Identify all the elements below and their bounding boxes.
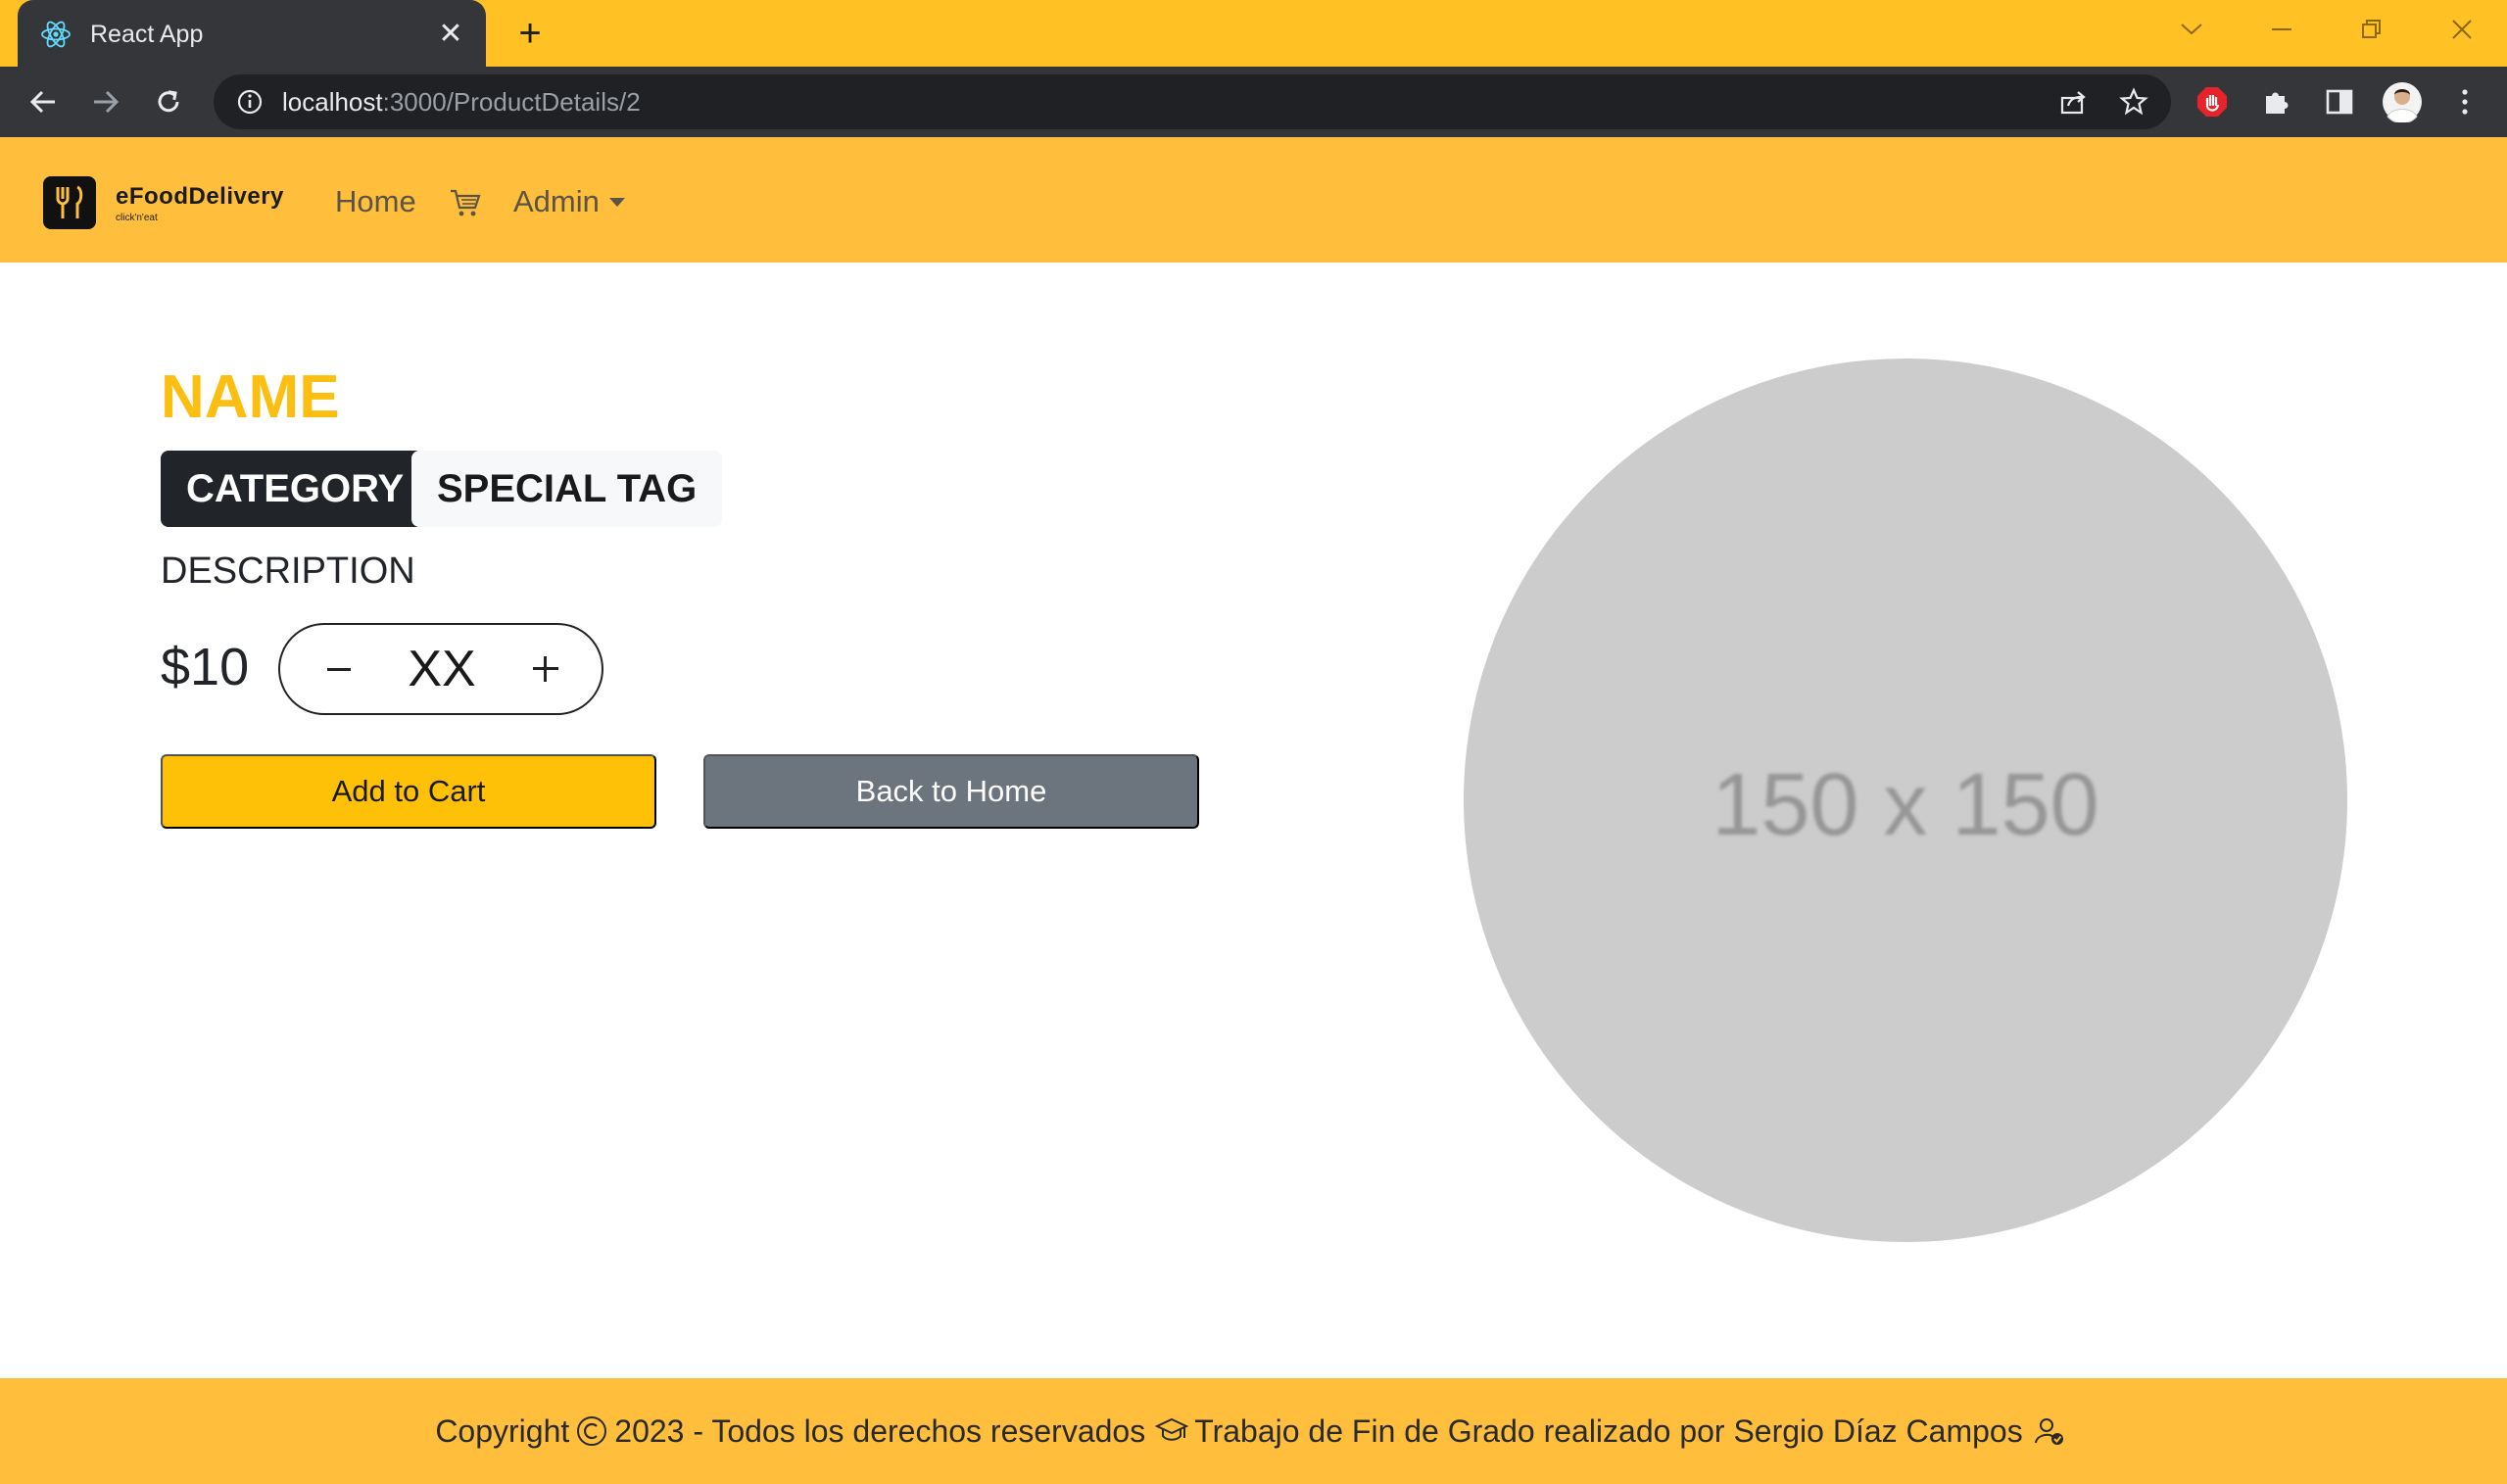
window-close-icon[interactable] — [2437, 10, 2486, 49]
product-name: NAME — [161, 363, 340, 431]
graduation-cap-icon — [1155, 1414, 1189, 1448]
browser-tab[interactable]: React App ✕ — [18, 0, 486, 69]
brand[interactable]: eFoodDelivery click'n'eat — [43, 176, 284, 229]
browser-menu-icon[interactable] — [2443, 80, 2486, 123]
profile-avatar[interactable] — [2381, 80, 2424, 123]
forward-arrow-icon[interactable] — [84, 80, 127, 123]
minus-icon[interactable] — [327, 667, 351, 671]
product-image-placeholder: 150 x 150 — [1464, 359, 2347, 1242]
quantity-value: XX — [408, 641, 476, 697]
person-check-icon — [2033, 1414, 2066, 1448]
restore-icon[interactable] — [2347, 10, 2396, 49]
footer: Copyright 2023 - Todos los derechos rese… — [0, 1378, 2507, 1484]
url-path: :3000/ProductDetails/2 — [382, 86, 641, 117]
back-arrow-icon[interactable] — [22, 80, 65, 123]
site-info-icon[interactable] — [235, 87, 265, 117]
footer-copyright: Copyright — [435, 1412, 570, 1449]
tab-title: React App — [90, 20, 204, 48]
brand-name: eFoodDelivery — [116, 182, 284, 210]
cart-icon[interactable] — [449, 186, 482, 219]
side-panel-icon[interactable] — [2318, 80, 2361, 123]
special-tag-badge: SPECIAL TAG — [411, 451, 723, 527]
nav-admin-dropdown[interactable]: Admin — [513, 184, 625, 219]
footer-credit-text: Trabajo de Fin de Grado realizado por Se… — [1194, 1412, 2023, 1449]
footer-year-text: 2023 - Todos los derechos reservados — [614, 1412, 1146, 1449]
nav-home-link[interactable]: Home — [335, 184, 416, 219]
react-icon — [39, 18, 72, 51]
bookmark-star-icon[interactable] — [2114, 82, 2153, 121]
fork-knife-logo-icon — [43, 176, 96, 229]
address-bar[interactable]: localhost:3000/ProductDetails/2 — [214, 74, 2171, 129]
url-host: localhost — [282, 86, 383, 117]
url-text: localhost:3000/ProductDetails/2 — [282, 87, 641, 118]
image-placeholder-text: 150 x 150 — [1712, 755, 2099, 854]
share-icon[interactable] — [2053, 82, 2093, 121]
add-to-cart-button[interactable]: Add to Cart — [161, 754, 656, 829]
minimize-icon[interactable] — [2257, 10, 2306, 49]
close-icon[interactable]: ✕ — [431, 20, 470, 49]
caret-down-icon — [608, 197, 625, 207]
plus-icon[interactable] — [533, 656, 558, 682]
adblock-extension-icon[interactable] — [2191, 80, 2234, 123]
browser-tabstrip: React App ✕ + — [0, 0, 2507, 69]
product-price: $10 — [161, 638, 250, 696]
reload-icon[interactable] — [147, 80, 190, 123]
browser-toolbar: localhost:3000/ProductDetails/2 — [0, 67, 2507, 137]
tab-search-icon[interactable] — [2167, 10, 2216, 49]
category-badge: CATEGORY — [161, 451, 430, 527]
copyright-icon — [575, 1414, 608, 1448]
product-description: DESCRIPTION — [161, 551, 415, 592]
extensions-puzzle-icon[interactable] — [2255, 80, 2298, 123]
new-tab-icon[interactable]: + — [509, 14, 551, 55]
brand-tagline: click'n'eat — [116, 212, 158, 223]
app-navbar: eFoodDelivery click'n'eat Home Admin — [0, 137, 2507, 263]
back-to-home-button[interactable]: Back to Home — [703, 754, 1199, 829]
quantity-stepper: XX — [278, 623, 603, 715]
nav-admin-label: Admin — [513, 184, 600, 218]
